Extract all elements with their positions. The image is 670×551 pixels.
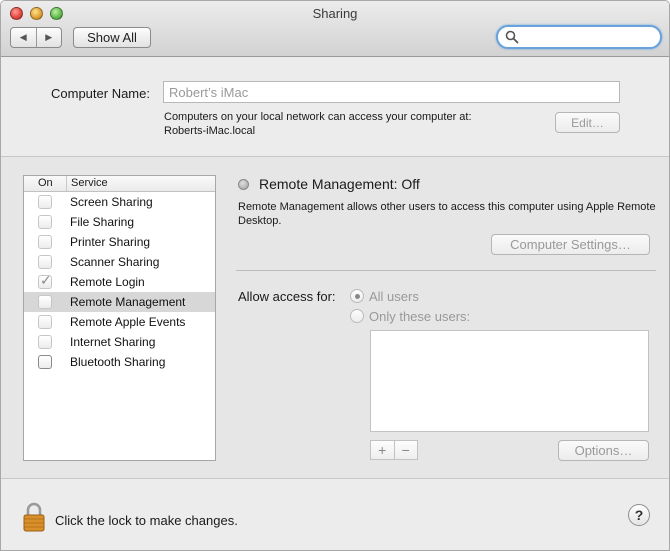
- service-label: Internet Sharing: [70, 335, 156, 349]
- column-header-on[interactable]: On: [24, 176, 67, 191]
- status-indicator-icon: [238, 179, 249, 190]
- edit-button[interactable]: Edit…: [555, 112, 620, 133]
- service-row[interactable]: Remote Management: [24, 292, 215, 312]
- radio-all-users-label: All users: [369, 289, 419, 304]
- network-address-hostname: Roberts-iMac.local: [164, 125, 256, 137]
- service-checkbox[interactable]: [38, 295, 52, 309]
- lock-icon[interactable]: [23, 502, 45, 532]
- service-label: File Sharing: [70, 215, 135, 229]
- service-label: Remote Login: [70, 275, 145, 289]
- service-checkbox[interactable]: ✓: [38, 272, 52, 289]
- sharing-window: Sharing ◀ ▶ Show All Computer Name: Robe…: [0, 0, 670, 551]
- radio-only-these-users[interactable]: [350, 309, 364, 323]
- service-description: Remote Management allows other users to …: [238, 201, 656, 227]
- service-row[interactable]: Remote Apple Events: [24, 312, 215, 332]
- service-rows: Screen Sharing File Sharing Printer Sharin…: [24, 192, 215, 372]
- toolbar: Sharing ◀ ▶ Show All: [1, 1, 669, 57]
- back-button[interactable]: ◀: [11, 28, 37, 47]
- allowed-users-list[interactable]: [370, 330, 649, 432]
- service-status: Remote Management: Off: [259, 176, 420, 192]
- back-forward-control: ◀ ▶: [10, 27, 62, 48]
- service-row[interactable]: ✓ Remote Login: [24, 272, 215, 292]
- chevron-left-icon: ◀: [19, 32, 27, 42]
- computer-name-label: Computer Name:: [51, 86, 150, 101]
- service-label: Printer Sharing: [70, 235, 151, 249]
- service-checkbox[interactable]: [38, 335, 52, 349]
- service-checkbox[interactable]: [38, 255, 52, 269]
- service-label: Remote Apple Events: [70, 315, 186, 329]
- detail-divider: [236, 270, 656, 271]
- service-label: Scanner Sharing: [70, 255, 160, 269]
- service-row[interactable]: Screen Sharing: [24, 192, 215, 212]
- service-row[interactable]: Bluetooth Sharing: [24, 352, 215, 372]
- chevron-right-icon: ▶: [45, 32, 53, 42]
- help-button[interactable]: ?: [628, 504, 650, 526]
- service-label: Bluetooth Sharing: [70, 355, 166, 369]
- radio-all-users[interactable]: [350, 289, 364, 303]
- search-icon: [505, 30, 519, 44]
- radio-only-these-users-label: Only these users:: [369, 309, 471, 324]
- computer-name-field[interactable]: Robert’s iMac: [163, 81, 620, 103]
- service-row[interactable]: Scanner Sharing: [24, 252, 215, 272]
- service-checkbox[interactable]: [38, 355, 52, 369]
- lock-message: Click the lock to make changes.: [55, 513, 238, 528]
- options-button[interactable]: Options…: [558, 440, 649, 461]
- computer-settings-button[interactable]: Computer Settings…: [491, 234, 650, 255]
- search-field[interactable]: [496, 25, 662, 49]
- service-checkbox[interactable]: [38, 215, 52, 229]
- allow-access-label: Allow access for:: [238, 289, 336, 304]
- network-address-line1: Computers on your local network can acce…: [164, 111, 472, 123]
- service-list-header: On Service: [24, 176, 215, 192]
- footer-divider: [1, 478, 669, 479]
- add-remove-control: + −: [370, 440, 418, 460]
- service-row[interactable]: Internet Sharing: [24, 332, 215, 352]
- remove-user-button[interactable]: −: [395, 441, 418, 459]
- checkmark-icon: ✓: [40, 272, 52, 288]
- service-label: Screen Sharing: [70, 195, 153, 209]
- service-label: Remote Management: [70, 295, 186, 309]
- service-row[interactable]: File Sharing: [24, 212, 215, 232]
- service-row[interactable]: Printer Sharing: [24, 232, 215, 252]
- column-header-service[interactable]: Service: [67, 176, 108, 191]
- service-checkbox[interactable]: [38, 235, 52, 249]
- service-list[interactable]: On Service Screen Sharing File Sharing Pri…: [23, 175, 216, 461]
- service-checkbox[interactable]: [38, 315, 52, 329]
- window-title: Sharing: [312, 6, 358, 21]
- add-user-button[interactable]: +: [371, 441, 395, 459]
- network-address-info: Computers on your local network can acce…: [164, 110, 472, 138]
- forward-button[interactable]: ▶: [37, 28, 62, 47]
- service-checkbox[interactable]: [38, 195, 52, 209]
- show-all-button[interactable]: Show All: [73, 27, 151, 48]
